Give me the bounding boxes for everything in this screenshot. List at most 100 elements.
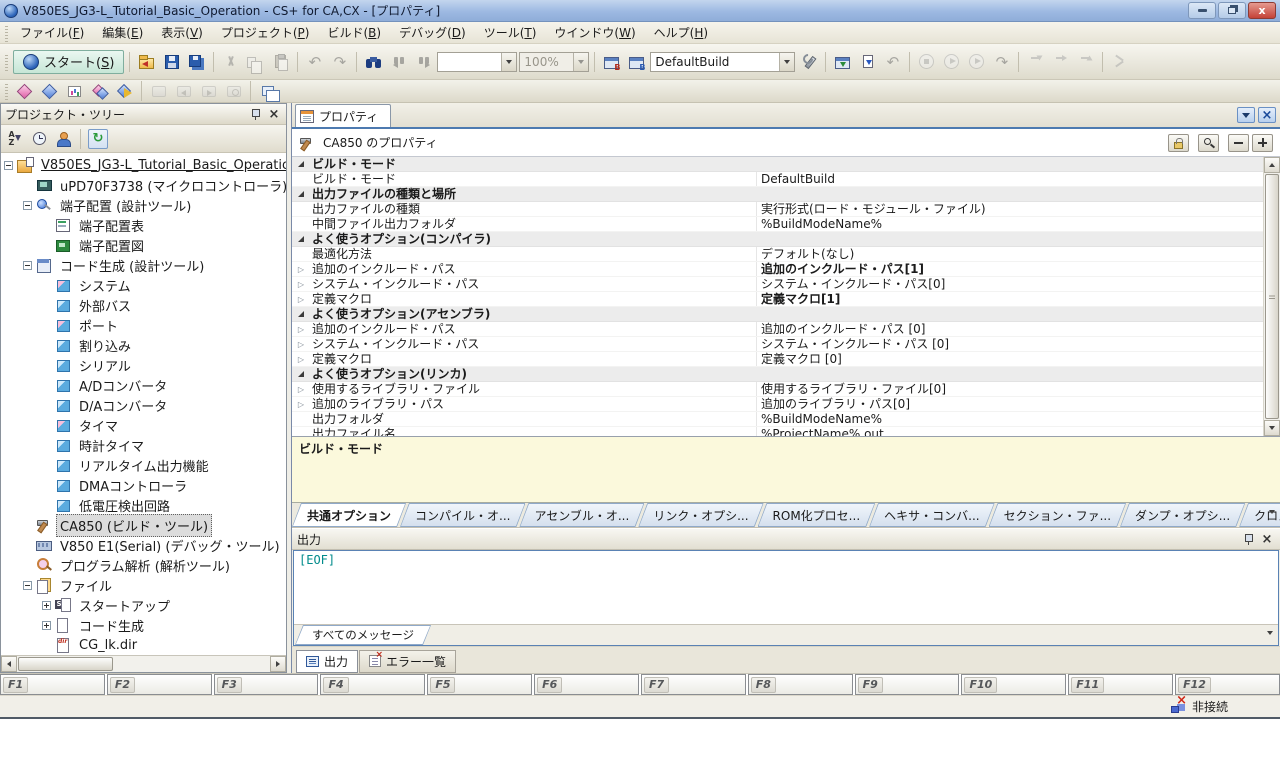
collapse-all-button[interactable]	[1228, 134, 1249, 152]
history-button[interactable]	[29, 129, 49, 149]
expander-icon[interactable]	[298, 161, 304, 167]
panel-close-button[interactable]	[266, 107, 282, 121]
tree-item[interactable]: V850 E1(Serial) (デバッグ・ツール)	[1, 535, 286, 555]
disconnect-debugger-button[interactable]	[1108, 50, 1131, 73]
analysis-button-1[interactable]	[13, 80, 36, 103]
property-search-button[interactable]	[1198, 134, 1219, 152]
expander-icon[interactable]	[298, 276, 304, 292]
menu-item[interactable]: プロジェクト(P)	[212, 21, 319, 44]
lock-button[interactable]	[1168, 134, 1189, 152]
property-category-tab[interactable]: 共通オプション	[292, 503, 406, 527]
function-key-button[interactable]: F10	[961, 674, 1066, 695]
tree-item[interactable]: 割り込み	[1, 335, 286, 355]
window-button-1[interactable]	[147, 80, 170, 103]
tree-item[interactable]: タイマ	[1, 415, 286, 435]
save-all-button[interactable]	[185, 50, 208, 73]
property-row[interactable]: 最適化方法 デフォルト(なし)	[292, 247, 1263, 262]
tab-overflow-button[interactable]	[1267, 631, 1273, 635]
search-combobox[interactable]	[437, 52, 517, 72]
menu-item[interactable]: 編集(E)	[93, 21, 152, 44]
tree-item[interactable]: 端子配置表	[1, 215, 286, 235]
build-mode-combobox[interactable]: DefaultBuild	[650, 52, 795, 72]
find-next-button[interactable]	[412, 50, 435, 73]
menu-item[interactable]: デバッグ(D)	[390, 21, 475, 44]
docked-tab[interactable]: エラー一覧	[359, 650, 456, 673]
window-float-button[interactable]	[256, 80, 279, 103]
output-content[interactable]: [EOF]	[294, 551, 1278, 624]
expander-icon[interactable]	[298, 261, 304, 277]
toolbar-grip[interactable]	[5, 53, 8, 71]
expander-icon[interactable]	[298, 336, 304, 352]
window-list-button[interactable]	[1237, 107, 1255, 123]
function-key-button[interactable]: F6	[534, 674, 639, 695]
menu-item[interactable]: ビルド(B)	[318, 21, 390, 44]
property-category-tab[interactable]: ダンプ・オプシ...	[1120, 503, 1245, 527]
grid-vertical-scrollbar[interactable]	[1263, 157, 1280, 436]
document-close-button[interactable]	[1258, 107, 1276, 123]
property-row[interactable]: 出力フォルダ %BuildModeName%	[292, 412, 1263, 427]
refresh-button[interactable]: ↻	[88, 129, 108, 149]
tree-item[interactable]: 低電圧検出回路	[1, 495, 286, 515]
expander-icon[interactable]	[298, 351, 304, 367]
tab-property[interactable]: プロパティ	[295, 104, 391, 127]
scroll-up-button[interactable]	[1264, 157, 1280, 173]
tree-item[interactable]: uPD70F3738 (マイクロコントローラ)	[1, 175, 286, 195]
build-options-button[interactable]	[797, 50, 820, 73]
tree-item[interactable]: 外部バス	[1, 295, 286, 315]
property-row[interactable]: 出力ファイルの種類 実行形式(ロード・モジュール・ファイル)	[292, 202, 1263, 217]
window-search-button[interactable]	[222, 80, 245, 103]
expand-all-button[interactable]	[1252, 134, 1273, 152]
scroll-right-button[interactable]	[270, 656, 286, 672]
menu-item[interactable]: ツール(T)	[475, 21, 546, 44]
run-button[interactable]	[940, 50, 963, 73]
build-and-download-button[interactable]	[856, 50, 879, 73]
expander-icon[interactable]	[298, 191, 304, 197]
property-category-tab[interactable]: アセンブル・オ...	[519, 503, 644, 527]
run-without-build-button[interactable]	[965, 50, 988, 73]
build-mode-dropdown[interactable]	[779, 53, 794, 71]
property-category-tab[interactable]: コンパイル・オ...	[400, 503, 525, 527]
pin-button[interactable]	[1240, 532, 1256, 546]
tree-item[interactable]: ファイル	[1, 575, 286, 595]
property-row[interactable]: よく使うオプション(リンカ)	[292, 367, 1263, 382]
tree-expander[interactable]	[23, 201, 32, 210]
zoom-combobox-dropdown[interactable]	[573, 53, 588, 71]
menu-item[interactable]: ヘルプ(H)	[645, 21, 717, 44]
scrollbar-thumb[interactable]	[1265, 174, 1279, 419]
download-button[interactable]	[831, 50, 854, 73]
function-key-button[interactable]: F4	[320, 674, 425, 695]
step-into-button[interactable]	[1024, 50, 1047, 73]
tree-item[interactable]: DMAコントローラ	[1, 475, 286, 495]
scroll-left-button[interactable]	[1, 656, 17, 672]
property-row[interactable]: 出力ファイルの種類と場所	[292, 187, 1263, 202]
tree-horizontal-scrollbar[interactable]	[1, 655, 286, 672]
function-key-button[interactable]: F12	[1175, 674, 1280, 695]
tree-item[interactable]: シリアル	[1, 355, 286, 375]
tree-item[interactable]: リアルタイム出力機能	[1, 455, 286, 475]
analysis-button-5[interactable]	[113, 80, 136, 103]
cut-button[interactable]	[219, 50, 242, 73]
tree-expander[interactable]	[23, 261, 32, 270]
function-key-button[interactable]: F9	[855, 674, 960, 695]
property-category-tab[interactable]: ROM化プロセ...	[758, 503, 876, 527]
tree-item[interactable]: 端子配置 (設計ツール)	[1, 195, 286, 215]
expander-icon[interactable]	[298, 381, 304, 397]
scroll-down-button[interactable]	[1264, 420, 1280, 436]
tree-expander[interactable]	[4, 161, 13, 170]
property-row[interactable]: 定義マクロ 定義マクロ[1]	[292, 292, 1263, 307]
tree-expander[interactable]	[23, 581, 32, 590]
tree-item[interactable]: CG_lk.dir	[1, 635, 286, 655]
restart-button[interactable]	[990, 50, 1013, 73]
tree-item[interactable]: CA850 (ビルド・ツール)	[1, 515, 286, 535]
function-key-button[interactable]: F2	[107, 674, 212, 695]
menubar-grip[interactable]	[5, 24, 8, 42]
zoom-combobox[interactable]: 100%	[519, 52, 589, 72]
tree-item[interactable]: 端子配置図	[1, 235, 286, 255]
tree-item[interactable]: コード生成 (設計ツール)	[1, 255, 286, 275]
property-row[interactable]: 定義マクロ 定義マクロ [0]	[292, 352, 1263, 367]
undo-button[interactable]	[303, 50, 326, 73]
tab-overflow-button[interactable]	[1269, 510, 1275, 514]
search-combobox-dropdown[interactable]	[501, 53, 516, 71]
tree-expander[interactable]	[42, 621, 51, 630]
open-project-button[interactable]	[135, 50, 158, 73]
